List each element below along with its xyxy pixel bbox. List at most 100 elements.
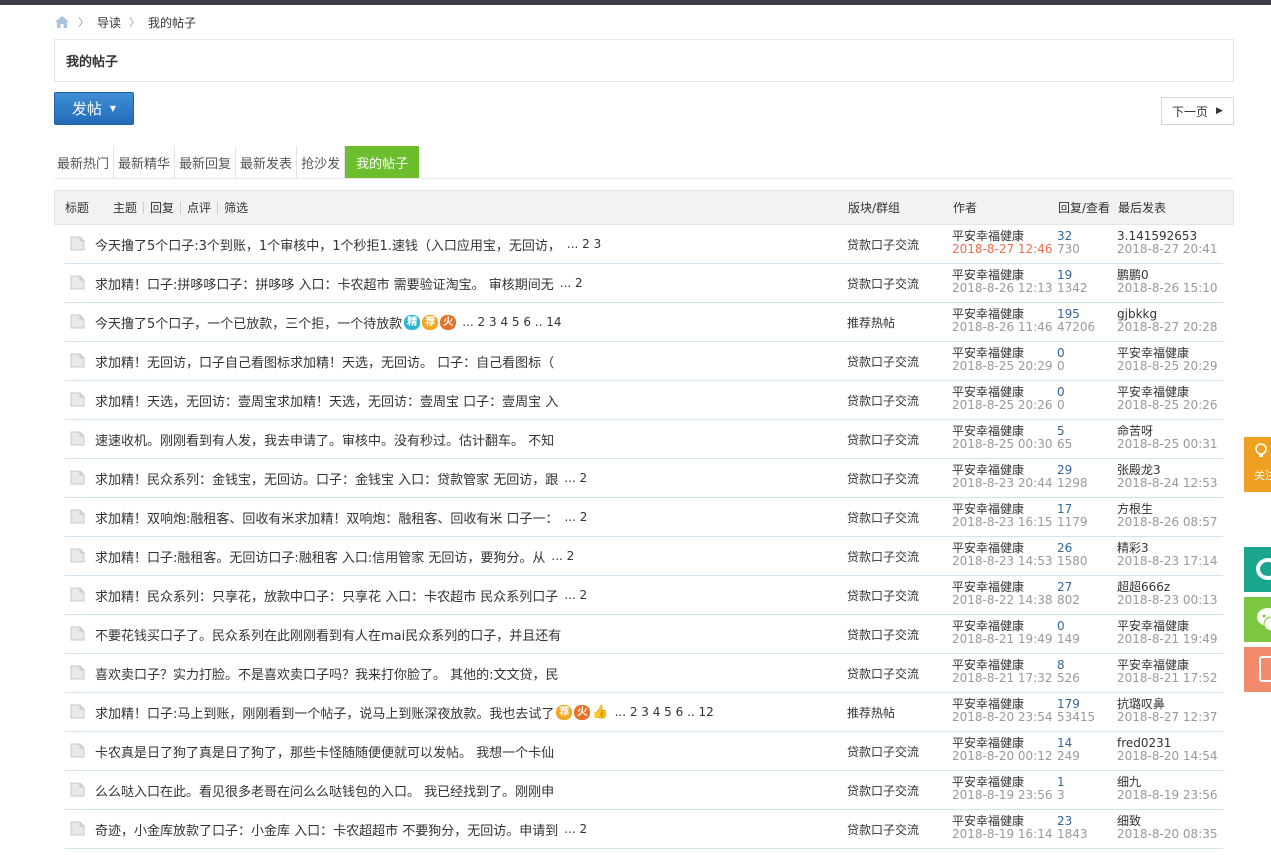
last-post-date[interactable]: 2018-8-25 20:26 [1117, 399, 1218, 412]
last-post-date[interactable]: 2018-8-21 17:52 [1117, 672, 1218, 685]
document-icon [70, 470, 85, 485]
thread-title-link[interactable]: 今天撸了5个口子，一个已放款，三个拒，一个待放款 [95, 313, 402, 332]
thread-pages[interactable]: ... 2 [565, 510, 588, 524]
thread-forum-link[interactable]: 贷款口子交流 [847, 615, 919, 653]
thread-title-link[interactable]: 求加精！双响炮:融租客、回收有米求加精！双响炮：融租客、回收有米 口子一： [95, 508, 559, 527]
last-post-date[interactable]: 2018-8-27 20:41 [1117, 243, 1218, 256]
thread-title-link[interactable]: 今天撸了5个口子:3个到账，1个审核中，1个秒拒1.速钱（入口应用宝，无回访， [95, 235, 561, 254]
thread-title-link[interactable]: 喜欢卖口子？实力打脸。不是喜欢卖口子吗？我来打你脸了。 其他的:文文贷，民 [95, 664, 559, 683]
thread-pages[interactable]: ... 2 [564, 588, 587, 602]
filter-topic[interactable]: 主题 [107, 201, 145, 214]
caret-down-icon: ▼ [109, 104, 117, 113]
thread-title-link[interactable]: 求加精！民众系列：金钱宝，无回访。口子：金钱宝 入口：贷款管家 无回访，跟 [95, 469, 558, 488]
last-post-date[interactable]: 2018-8-25 20:29 [1117, 360, 1218, 373]
next-page-button[interactable]: 下一页 ▶ [1161, 97, 1234, 125]
thread-forum-link[interactable]: 贷款口子交流 [847, 342, 919, 380]
thread-forum-link[interactable]: 贷款口子交流 [847, 264, 919, 302]
thread-pages[interactable]: ... 2 [560, 276, 583, 290]
thread-title-link[interactable]: 卡农真是日了狗了真是日了狗了，那些卡怪随随便便就可以发帖。 我想一个卡仙 [95, 742, 554, 761]
post-date: 2018-8-27 12:46 [952, 242, 1053, 256]
thread-pages[interactable]: ... 2 3 [567, 237, 601, 251]
thread-row: 今天撸了5个口子，一个已放款，三个拒，一个待放款精荐火 ... 2 3 4 5 6… [65, 303, 1223, 342]
post-date: 2018-8-26 12:13 [952, 281, 1053, 295]
side-follow-button[interactable]: 关注 [1244, 437, 1271, 492]
last-post: 细九 2018-8-19 23:56 [1117, 776, 1218, 802]
breadcrumb-item-my-posts[interactable]: 我的帖子 [148, 14, 196, 31]
thread-subject: 奇迹，小金库放款了口子：小金库 入口：卡农超超市 不要狗分，无回访。申请到...… [95, 810, 587, 848]
last-post-date[interactable]: 2018-8-23 00:13 [1117, 594, 1218, 607]
filter-screen[interactable]: 筛选 [218, 202, 254, 214]
thread-forum-link[interactable]: 贷款口子交流 [847, 810, 919, 848]
tab-sofa[interactable]: 抢沙发 [297, 146, 346, 179]
thread-forum-link[interactable]: 推荐热帖 [847, 303, 895, 341]
last-post: 鹏鹏0 2018-8-26 15:10 [1117, 269, 1218, 295]
filter-comment[interactable]: 点评 [181, 201, 219, 214]
wechat-icon [1257, 608, 1271, 632]
thread-forum-link[interactable]: 贷款口子交流 [847, 225, 919, 263]
breadcrumb-item-guide[interactable]: 导读 [97, 14, 121, 31]
side-qq-button[interactable] [1244, 547, 1271, 592]
thread-title-link[interactable]: 求加精！口子:拼哆哆口子：拼哆哆 入口：卡农超市 需要验证淘宝。 审核期间无 [95, 274, 554, 293]
thread-title-link[interactable]: 求加精！民众系列：只享花，放款中口子：只享花 入口：卡农超市 民众系列口子 [95, 586, 558, 605]
tab-latest-post[interactable]: 最新发表 [236, 146, 298, 179]
thread-title-link[interactable]: 求加精！无回访，口子自己看图标求加精！天选，无回访。 口子：自己看图标（ [95, 352, 554, 371]
thread-forum-link[interactable]: 贷款口子交流 [847, 459, 919, 497]
side-mobile-button[interactable] [1244, 647, 1271, 692]
last-post-date[interactable]: 2018-8-24 12:53 [1117, 477, 1218, 490]
recommend-badge-icon: 荐 [422, 314, 439, 330]
thread-forum-link[interactable]: 贷款口子交流 [847, 537, 919, 575]
thread-forum-link[interactable]: 贷款口子交流 [847, 771, 919, 809]
new-post-label: 发帖 [71, 100, 102, 118]
tab-my-posts[interactable]: 我的帖子 [345, 146, 420, 179]
post-date: 2018-8-20 23:54 [952, 710, 1053, 724]
tab-latest-hot[interactable]: 最新热门 [54, 146, 115, 179]
post-date: 2018-8-25 20:26 [952, 398, 1053, 412]
thread-forum-link[interactable]: 贷款口子交流 [847, 732, 919, 770]
hot-badge-icon: 火 [440, 314, 457, 330]
thread-forum-link[interactable]: 贷款口子交流 [847, 420, 919, 458]
thread-forum-link[interactable]: 贷款口子交流 [847, 654, 919, 692]
thread-title-link[interactable]: 速速收机。刚刚看到有人发，我去申请了。审核中。没有秒过。估计翻车。 不知 [95, 430, 554, 449]
thread-forum-link[interactable]: 推荐热帖 [847, 693, 895, 731]
thread-title-link[interactable]: 么么哒入口在此。看见很多老哥在问么么哒钱包的入口。 我已经找到了。刚刚申 [95, 781, 554, 800]
last-post-date[interactable]: 2018-8-26 08:57 [1117, 516, 1218, 529]
document-icon [70, 782, 85, 797]
thread-pages[interactable]: ... 2 [551, 549, 574, 563]
post-date: 2018-8-19 23:56 [952, 788, 1053, 802]
tab-latest-reply[interactable]: 最新回复 [175, 146, 237, 179]
thread-title-link[interactable]: 不要花钱买口子了。民众系列在此刚刚看到有人在mai民众系列的口子，并且还有 [95, 625, 561, 644]
last-post-date[interactable]: 2018-8-19 23:56 [1117, 789, 1218, 802]
thread-pages[interactable]: ... 2 3 4 5 6 .. 12 [615, 705, 714, 719]
thread-title-link[interactable]: 求加精！口子:马上到账，刚刚看到一个帖子，说马上到账深夜放款。我也去试了 [95, 703, 554, 722]
home-icon[interactable] [54, 15, 70, 29]
thread-pages[interactable]: ... 2 [564, 471, 587, 485]
last-post-date[interactable]: 2018-8-27 12:37 [1117, 711, 1218, 724]
filter-reply[interactable]: 回复 [144, 201, 182, 214]
last-post-date[interactable]: 2018-8-27 20:28 [1117, 321, 1218, 334]
side-wechat-button[interactable] [1244, 597, 1271, 642]
thread-forum-link[interactable]: 贷款口子交流 [847, 381, 919, 419]
document-icon [70, 275, 85, 290]
thread-row: 求加精！双响炮:融租客、回收有米求加精！双响炮：融租客、回收有米 口子一：...… [65, 498, 1223, 537]
thread-forum-link[interactable]: 贷款口子交流 [847, 498, 919, 536]
thread-title-link[interactable]: 求加精！天选，无回访：壹周宝求加精！天选，无回访：壹周宝 口子：壹周宝 入 [95, 391, 558, 410]
thread-row: 求加精！民众系列：只享花，放款中口子：只享花 入口：卡农超市 民众系列口子...… [65, 576, 1223, 615]
last-post-date[interactable]: 2018-8-20 14:54 [1117, 750, 1218, 763]
side-follow-label: 关注 [1254, 469, 1271, 482]
thread-title-link[interactable]: 求加精！口子:融租客。无回访口子:融租客 入口:信用管家 无回访，要狗分。从 [95, 547, 545, 566]
new-post-button[interactable]: 发帖 ▼ [54, 92, 134, 125]
chevron-right-icon: ▶ [1216, 106, 1223, 116]
last-post-date[interactable]: 2018-8-25 00:31 [1117, 438, 1218, 451]
last-post-date[interactable]: 2018-8-21 19:49 [1117, 633, 1218, 646]
last-post-date[interactable]: 2018-8-20 08:35 [1117, 828, 1218, 841]
tab-latest-digest[interactable]: 最新精华 [114, 146, 176, 179]
thread-forum-link[interactable]: 贷款口子交流 [847, 576, 919, 614]
thread-pages[interactable]: ... 2 [564, 822, 587, 836]
last-post-date[interactable]: 2018-8-23 17:14 [1117, 555, 1218, 568]
view-count: 249 [1057, 749, 1080, 763]
thread-author: 平安幸福健康 2018-8-26 11:46 [952, 308, 1053, 334]
thread-title-link[interactable]: 奇迹，小金库放款了口子：小金库 入口：卡农超超市 不要狗分，无回访。申请到 [95, 820, 558, 839]
last-post-date[interactable]: 2018-8-26 15:10 [1117, 282, 1218, 295]
last-post: 超超666z 2018-8-23 00:13 [1117, 581, 1218, 607]
thread-pages[interactable]: ... 2 3 4 5 6 .. 14 [462, 315, 561, 329]
